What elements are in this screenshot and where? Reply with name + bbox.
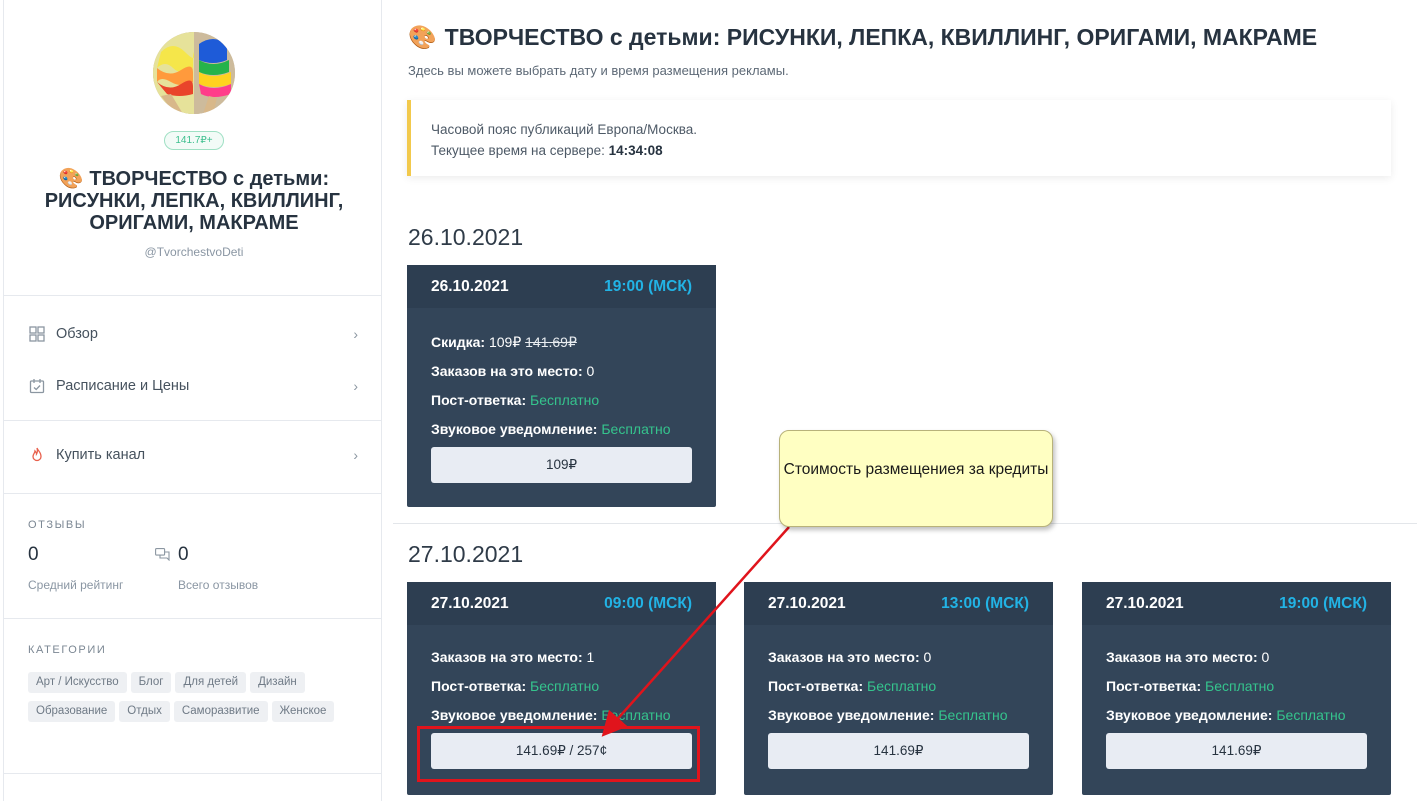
category-tags: Арт / Искусство Блог Для детей Дизайн Образо… xyxy=(28,672,368,730)
slot-card-header: 27.10.2021 09:00 (МСК) xyxy=(407,582,716,625)
sound-row: Звуковое уведомление: Бесплатно xyxy=(1106,707,1346,723)
date-heading: 27.10.2021 xyxy=(408,541,524,567)
slot-card: 26.10.2021 19:00 (МСК) Скидка: 109₽ 141.… xyxy=(407,265,716,507)
category-tag[interactable]: Отдых xyxy=(119,701,170,722)
grid-icon xyxy=(28,325,46,343)
category-tag[interactable]: Арт / Искусство xyxy=(28,672,127,693)
page-title: 🎨 ТВОРЧЕСТВО с детьми: РИСУНКИ, ЛЕПКА, К… xyxy=(408,24,1317,51)
slot-date: 27.10.2021 xyxy=(1106,594,1184,612)
channel-handle: @TvorchestvoDeti xyxy=(144,245,244,259)
reviews-heading: ОТЗЫВЫ xyxy=(28,519,87,531)
price-button[interactable]: 141.69₽ xyxy=(768,733,1029,769)
palette-icon: 🎨 xyxy=(58,168,84,190)
category-tag[interactable]: Дизайн xyxy=(250,672,305,693)
nav-label: Обзор xyxy=(56,326,98,342)
orders-row: Заказов на это место: 0 xyxy=(431,363,595,379)
nav-item-overview[interactable]: Обзор › xyxy=(4,314,382,354)
discount-row: Скидка: 109₽ 141.69₽ xyxy=(431,334,577,350)
channel-title-text: ТВОРЧЕСТВО с детьми: РИСУНКИ, ЛЕПКА, КВИ… xyxy=(44,168,344,234)
sound-row: Звуковое уведомление: Бесплатно xyxy=(431,421,671,437)
reviews-count-caption: Всего отзывов xyxy=(178,578,259,592)
chevron-right-icon: › xyxy=(353,447,358,463)
orders-row: Заказов на это место: 0 xyxy=(1106,649,1270,665)
slot-time: 09:00 (МСК) xyxy=(604,594,692,612)
subscribers-badge: 141.7₽+ xyxy=(164,131,224,150)
post-reply-row: Пост-ответка: Бесплатно xyxy=(431,392,600,408)
rating-caption: Средний рейтинг xyxy=(28,578,124,592)
slot-card-header: 27.10.2021 13:00 (МСК) xyxy=(744,582,1053,625)
server-time-value: 14:34:08 xyxy=(608,143,663,158)
slot-time: 19:00 (МСК) xyxy=(604,277,692,295)
sound-row: Звуковое уведомление: Бесплатно xyxy=(768,707,1008,723)
orders-row: Заказов на это место: 0 xyxy=(768,649,932,665)
slot-date: 27.10.2021 xyxy=(431,594,509,612)
categories-heading: КАТЕГОРИИ xyxy=(28,644,107,656)
date-heading: 26.10.2021 xyxy=(408,224,524,250)
category-tag[interactable]: Саморазвитие xyxy=(173,701,268,722)
slot-date: 26.10.2021 xyxy=(431,277,509,295)
page-subtitle: Здесь вы можете выбрать дату и время раз… xyxy=(408,63,789,78)
server-time-label: Текущее время на сервере: xyxy=(431,143,605,158)
category-tag[interactable]: Женское xyxy=(271,701,335,722)
comments-icon xyxy=(155,548,170,566)
slot-card: 27.10.2021 13:00 (МСК) Заказов на это ме… xyxy=(744,582,1053,795)
price-button[interactable]: 109₽ xyxy=(431,447,692,483)
divider xyxy=(4,295,382,296)
annotation-highlight-box xyxy=(417,726,700,782)
slot-time: 19:00 (МСК) xyxy=(1279,594,1367,612)
annotation-callout: Стоимость размещениея за кредиты xyxy=(779,430,1053,527)
chevron-right-icon: › xyxy=(353,378,358,394)
divider xyxy=(4,773,382,774)
slot-card: 27.10.2021 19:00 (МСК) Заказов на это ме… xyxy=(1082,582,1391,795)
divider xyxy=(4,618,382,619)
fire-icon xyxy=(28,446,46,464)
discount-old: 141.69₽ xyxy=(525,334,577,350)
nav-label: Расписание и Цены xyxy=(56,378,190,394)
slot-card-header: 27.10.2021 19:00 (МСК) xyxy=(1082,582,1391,625)
nav-item-buy-channel[interactable]: Купить канал › xyxy=(4,435,382,475)
page-title-text: ТВОРЧЕСТВО с детьми: РИСУНКИ, ЛЕПКА, КВИ… xyxy=(444,24,1318,50)
divider xyxy=(4,493,382,494)
channel-title: 🎨 ТВОРЧЕСТВО с детьми: РИСУНКИ, ЛЕПКА, К… xyxy=(24,168,364,234)
post-reply-row: Пост-ответка: Бесплатно xyxy=(768,678,937,694)
timezone-text: Часовой пояс публикаций Европа/Москва. xyxy=(431,122,697,137)
chevron-right-icon: › xyxy=(353,326,358,342)
slot-card-header: 26.10.2021 19:00 (МСК) xyxy=(407,265,716,308)
calendar-check-icon xyxy=(28,377,46,395)
nav-label: Купить канал xyxy=(56,447,146,463)
price-button[interactable]: 141.69₽ xyxy=(1106,733,1367,769)
orders-row: Заказов на это место: 1 xyxy=(431,649,595,665)
rating-value: 0 xyxy=(28,544,39,565)
main-content: 🎨 ТВОРЧЕСТВО с детьми: РИСУНКИ, ЛЕПКА, К… xyxy=(383,0,1417,801)
divider xyxy=(4,420,382,421)
sidebar: 141.7₽+ 🎨 ТВОРЧЕСТВО с детьми: РИСУНКИ, … xyxy=(3,0,382,801)
post-reply-row: Пост-ответка: Бесплатно xyxy=(1106,678,1275,694)
slot-date: 27.10.2021 xyxy=(768,594,846,612)
category-tag[interactable]: Блог xyxy=(130,672,172,693)
slot-time: 13:00 (МСК) xyxy=(941,594,1029,612)
palette-icon: 🎨 xyxy=(408,24,437,50)
timezone-notice: Часовой пояс публикаций Европа/Москва. Т… xyxy=(407,100,1391,176)
channel-avatar xyxy=(153,32,235,114)
server-time: Текущее время на сервере: 14:34:08 xyxy=(431,140,1371,161)
reviews-count: 0 xyxy=(178,544,189,565)
nav-item-schedule[interactable]: Расписание и Цены › xyxy=(4,366,382,406)
post-reply-row: Пост-ответка: Бесплатно xyxy=(431,678,600,694)
discount-new: 109₽ xyxy=(488,334,522,350)
category-tag[interactable]: Образование xyxy=(28,701,116,722)
category-tag[interactable]: Для детей xyxy=(175,672,247,693)
